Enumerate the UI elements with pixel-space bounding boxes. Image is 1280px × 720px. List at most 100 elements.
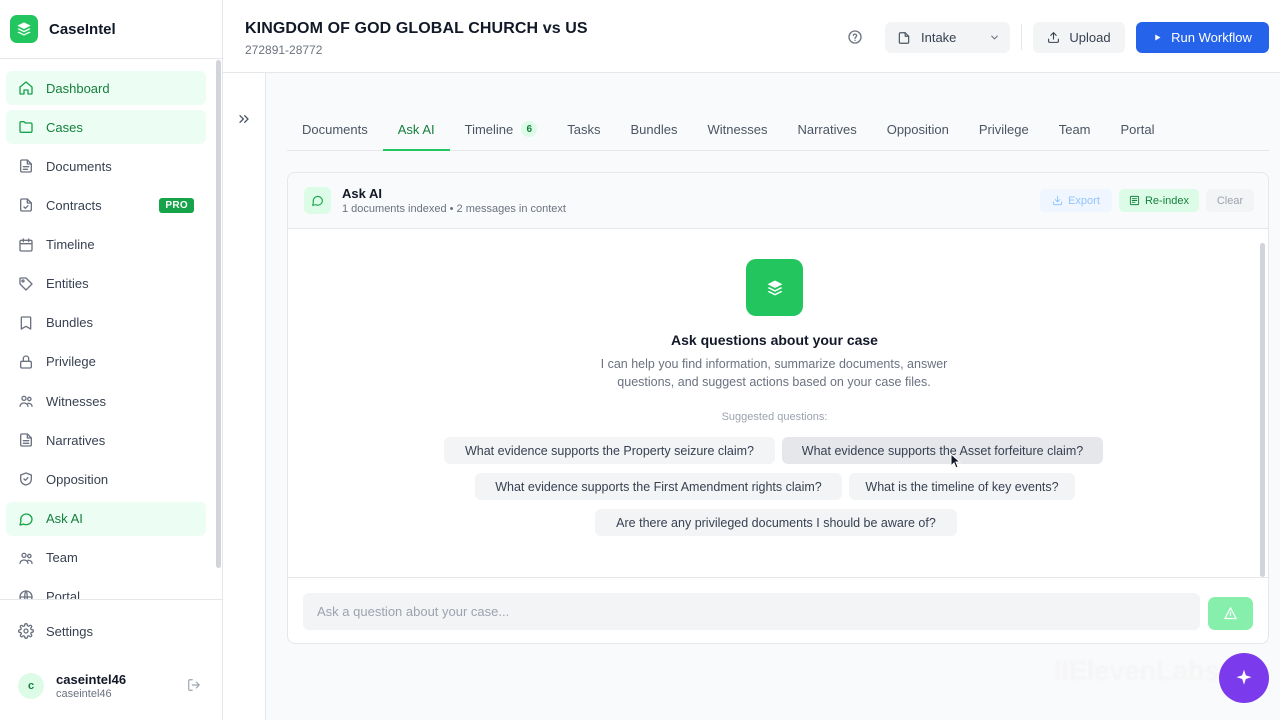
reindex-label: Re-index xyxy=(1144,194,1190,207)
divider xyxy=(1021,24,1022,50)
download-icon xyxy=(1053,195,1063,206)
sidebar-item-witnesses[interactable]: Witnesses xyxy=(6,384,206,418)
lock-icon xyxy=(20,355,32,369)
gear-icon xyxy=(18,623,34,639)
sidebar-item-portal[interactable]: Portal xyxy=(6,580,206,599)
home-icon xyxy=(19,81,33,95)
app-name: CaseIntel xyxy=(49,20,116,38)
empty-state-title: Ask questions about your case xyxy=(671,332,878,348)
sidebar-item-entities[interactable]: Entities xyxy=(6,267,206,301)
clear-label: Clear xyxy=(1216,194,1244,207)
send-button[interactable] xyxy=(1208,597,1253,630)
empty-state-description: I can help you find information, summari… xyxy=(600,357,948,389)
sidebar-item-label: Dashboard xyxy=(46,80,110,96)
sidebar-item-label: Team xyxy=(46,550,78,566)
pro-badge: PRO xyxy=(159,197,194,213)
tab-label: Witnesses xyxy=(707,121,768,137)
stage-select[interactable]: Intake xyxy=(885,22,1010,53)
document-icon xyxy=(898,31,910,44)
sidebar-item-dashboard[interactable]: Dashboard xyxy=(6,71,206,105)
sidebar-item-label: Privilege xyxy=(46,354,96,370)
run-workflow-button[interactable]: Run Workflow xyxy=(1136,22,1269,53)
tab-opposition[interactable]: Opposition xyxy=(872,108,964,150)
avatar: c xyxy=(18,673,44,699)
logout-icon[interactable] xyxy=(187,678,201,692)
help-icon[interactable] xyxy=(847,29,863,45)
send-icon xyxy=(1224,607,1237,620)
tab-tasks[interactable]: Tasks xyxy=(552,108,615,150)
panel-header: Ask AI 1 documents indexed • 2 messages … xyxy=(288,173,1268,229)
run-workflow-label: Run Workflow xyxy=(1171,30,1252,45)
settings-label: Settings xyxy=(46,623,93,639)
sidebar-item-team[interactable]: Team xyxy=(6,541,206,575)
panel-subtitle: 1 documents indexed • 2 messages in cont… xyxy=(342,203,566,215)
sidebar-item-documents[interactable]: Documents xyxy=(6,149,206,183)
tab-timeline[interactable]: Timeline 6 xyxy=(450,108,553,150)
stage-select-value: Intake xyxy=(921,30,957,45)
divider xyxy=(0,58,222,59)
user-profile[interactable]: c caseintel46 caseintel46 xyxy=(18,672,208,700)
sidebar-item-label: Timeline xyxy=(46,237,95,253)
ask-question-input[interactable] xyxy=(303,593,1200,630)
suggested-question-chip[interactable]: What evidence supports the First Amendme… xyxy=(475,473,842,500)
sidebar-item-label: Contracts xyxy=(46,197,102,213)
tab-documents[interactable]: Documents xyxy=(287,108,383,150)
user-name: caseintel46 xyxy=(56,672,127,687)
sidebar-item-label: Ask AI xyxy=(46,511,83,527)
tab-label: Narratives xyxy=(797,121,857,137)
sidebar-item-bundles[interactable]: Bundles xyxy=(6,306,206,340)
page-title: KINGDOM OF GOD GLOBAL CHURCH vs US xyxy=(245,20,588,37)
tab-privilege[interactable]: Privilege xyxy=(964,108,1044,150)
calendar-icon xyxy=(19,237,33,252)
chevrons-right-icon[interactable] xyxy=(236,111,252,127)
tab-label: Ask AI xyxy=(397,121,435,137)
tab-ask-ai[interactable]: Ask AI xyxy=(382,108,450,151)
count-badge: 6 xyxy=(521,121,538,137)
reindex-button[interactable]: Re-index xyxy=(1119,189,1199,212)
sidebar-item-cases[interactable]: Cases xyxy=(6,110,206,145)
tab-witnesses[interactable]: Witnesses xyxy=(692,108,782,150)
tab-portal[interactable]: Portal xyxy=(1106,108,1170,150)
sidebar-item-label: Entities xyxy=(46,276,89,292)
clear-button[interactable]: Clear xyxy=(1206,189,1254,212)
chat-scrollbar[interactable] xyxy=(1260,243,1265,577)
tab-team[interactable]: Team xyxy=(1044,108,1106,150)
upload-button[interactable]: Upload xyxy=(1033,22,1125,53)
chat-icon xyxy=(304,187,331,214)
sidebar-item-opposition[interactable]: Opposition xyxy=(6,462,206,496)
suggested-question-chip[interactable]: What evidence supports the Asset forfeit… xyxy=(782,437,1103,464)
tab-narratives[interactable]: Narratives xyxy=(782,108,871,150)
sidebar-item-label: Opposition xyxy=(46,471,109,487)
tab-label: Team xyxy=(1058,121,1091,137)
export-button[interactable]: Export xyxy=(1040,189,1112,212)
sidebar-item-privilege[interactable]: Privilege xyxy=(6,345,206,379)
narrative-icon xyxy=(20,433,32,447)
sidebar-item-label: Portal xyxy=(46,589,80,599)
sidebar-item-ask-ai[interactable]: Ask AI xyxy=(6,501,206,536)
chevron-down-icon xyxy=(991,35,998,40)
sidebar-item-settings[interactable]: Settings xyxy=(6,614,206,648)
brand[interactable]: CaseIntel xyxy=(10,15,116,43)
sidebar-item-contracts[interactable]: Contracts PRO xyxy=(6,188,206,222)
ask-ai-panel: Ask AI 1 documents indexed • 2 messages … xyxy=(287,172,1269,644)
suggested-question-chip[interactable]: What evidence supports the Property seiz… xyxy=(444,437,775,464)
suggested-question-chip[interactable]: What is the timeline of key events? xyxy=(849,473,1075,500)
suggested-question-chip[interactable]: Are there any privileged documents I sho… xyxy=(595,509,957,536)
assistant-fab[interactable] xyxy=(1219,653,1269,703)
contract-icon xyxy=(20,198,32,213)
sidebar-item-timeline[interactable]: Timeline xyxy=(6,228,206,262)
sidebar-scroll-thumb[interactable] xyxy=(216,60,221,568)
shield-icon xyxy=(20,472,32,487)
tab-label: Portal xyxy=(1120,121,1155,137)
tab-label: Documents xyxy=(302,121,368,137)
tab-label: Privilege xyxy=(978,121,1029,137)
page-header: KINGDOM OF GOD GLOBAL CHURCH vs US 27289… xyxy=(223,0,1280,73)
sidebar-item-narratives[interactable]: Narratives xyxy=(6,423,206,457)
sidebar-item-label: Documents xyxy=(46,158,112,174)
suggested-questions-label: Suggested questions: xyxy=(721,411,828,423)
tab-bundles[interactable]: Bundles xyxy=(616,108,693,150)
sidebar-scrollbar[interactable] xyxy=(215,58,222,598)
secondary-panel-strip xyxy=(223,73,266,720)
mouse-cursor-icon xyxy=(950,453,962,469)
chat-icon xyxy=(19,512,33,526)
